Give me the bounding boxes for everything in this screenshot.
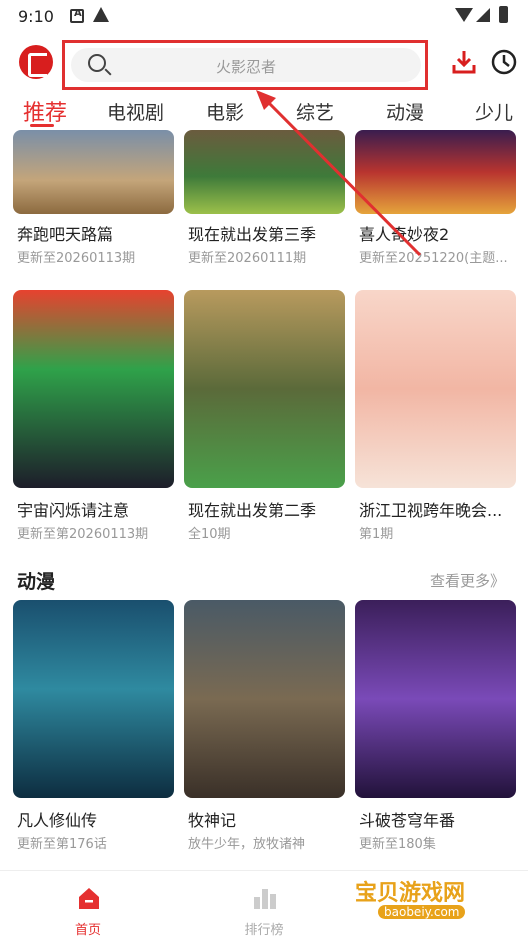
video-poster [184,290,345,488]
signal-icon [476,8,490,22]
video-title: 宇宙闪烁请注意 [17,501,130,520]
category-tabs: 推荐 电视剧 电影 综艺 动漫 少儿 [0,92,528,130]
video-poster [13,130,174,214]
video-poster [13,600,174,798]
app-logo [19,45,53,79]
clock-icon[interactable] [490,48,518,76]
tab-movie[interactable]: 电影 [206,98,244,125]
notification-a-letter: A [74,8,82,19]
video-subtitle: 更新至20260111期 [188,251,307,266]
status-time: 9:10 [18,7,54,26]
wifi-icon [455,8,473,22]
video-poster [184,600,345,798]
status-bar: 9:10 A [0,0,528,34]
video-title: 奔跑吧天路篇 [17,225,114,244]
video-subtitle: 放牛少年，放牧诸神 [188,837,306,852]
home-icon [79,888,99,909]
video-title: 现在就出发第三季 [188,225,317,244]
video-title: 凡人修仙传 [17,811,98,830]
watermark-title: 宝贝游戏网 [355,881,466,906]
video-subtitle: 更新至20251220(主题... [359,251,508,266]
video-subtitle: 第1期 [359,527,394,542]
search-placeholder: 火影忍者 [215,58,276,76]
search-input[interactable]: 火影忍者 [71,48,421,82]
video-title: 喜人奇妙夜2 [359,225,450,244]
tab-recommend[interactable]: 推荐 [23,95,67,127]
video-poster [355,600,516,798]
battery-icon [499,6,508,23]
download-icon[interactable] [451,49,477,75]
video-poster [13,290,174,488]
video-poster [184,130,345,214]
video-poster [355,290,516,488]
video-poster [355,130,516,214]
notification-a-icon: A [70,8,84,23]
nav-rank-label: 排行榜 [244,923,284,938]
tab-kids[interactable]: 少儿 [475,98,513,125]
video-title: 现在就出发第二季 [188,501,317,520]
video-subtitle: 更新至第176话 [17,837,107,852]
video-title: 斗破苍穹年番 [359,811,456,830]
tab-anime[interactable]: 动漫 [386,98,424,125]
watermark: 宝贝游戏网 baobeiy.com [350,855,500,925]
video-title: 牧神记 [188,811,237,830]
video-subtitle: 全10期 [188,527,231,542]
tab-underline [30,124,54,127]
rank-icon [254,889,276,909]
tab-tv[interactable]: 电视剧 [107,98,164,125]
warning-icon [93,7,109,22]
nav-home-label: 首页 [74,923,101,938]
watermark-url: baobeiy.com [378,905,466,919]
header: 火影忍者 [0,34,528,92]
video-subtitle: 更新至第20260113期 [17,527,149,542]
tab-variety[interactable]: 综艺 [296,98,334,125]
video-title: 浙江卫视跨年晚会... [359,501,503,520]
section-title: 动漫 [17,571,56,593]
video-subtitle: 更新至20260113期 [17,251,136,266]
video-subtitle: 更新至180集 [359,837,436,852]
see-more-link[interactable]: 查看更多》 [430,570,505,591]
